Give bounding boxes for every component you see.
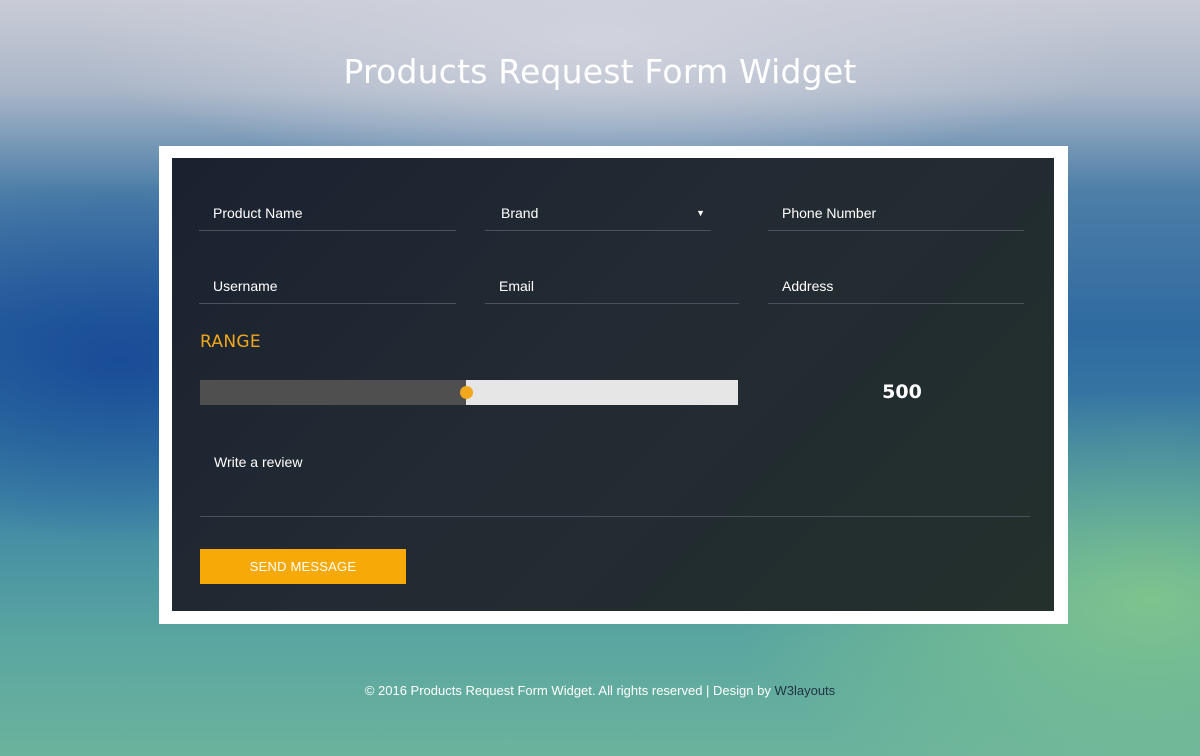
email-placeholder: Email: [499, 278, 535, 294]
brand-select[interactable]: Brand ▼: [485, 195, 711, 231]
footer: © 2016 Products Request Form Widget. All…: [0, 683, 1200, 698]
product-name-input[interactable]: Product Name: [199, 195, 456, 231]
footer-design-link[interactable]: W3layouts: [774, 683, 835, 698]
product-name-placeholder: Product Name: [213, 205, 303, 221]
username-input[interactable]: Username: [199, 268, 456, 304]
range-slider-fill: [200, 380, 466, 405]
address-input[interactable]: Address: [768, 268, 1024, 304]
page-title: Products Request Form Widget: [343, 52, 857, 91]
range-slider-handle[interactable]: [460, 386, 473, 399]
review-placeholder: Write a review: [214, 454, 303, 470]
email-input[interactable]: Email: [485, 268, 739, 304]
phone-number-placeholder: Phone Number: [782, 205, 877, 221]
brand-select-value: Brand: [501, 205, 539, 221]
range-slider[interactable]: [200, 380, 738, 405]
username-placeholder: Username: [213, 278, 278, 294]
caret-down-icon: ▼: [696, 208, 705, 218]
phone-number-input[interactable]: Phone Number: [768, 195, 1024, 231]
address-placeholder: Address: [782, 278, 834, 294]
footer-copyright: © 2016 Products Request Form Widget. All…: [364, 683, 775, 698]
request-form: Product Name Brand ▼ Phone Number Userna…: [172, 158, 1054, 611]
send-message-button[interactable]: SEND MESSAGE: [200, 549, 406, 584]
range-value: 500: [882, 381, 922, 403]
form-frame: Product Name Brand ▼ Phone Number Userna…: [159, 146, 1068, 624]
review-textarea[interactable]: Write a review: [200, 450, 1030, 517]
range-label: RANGE: [200, 332, 261, 352]
